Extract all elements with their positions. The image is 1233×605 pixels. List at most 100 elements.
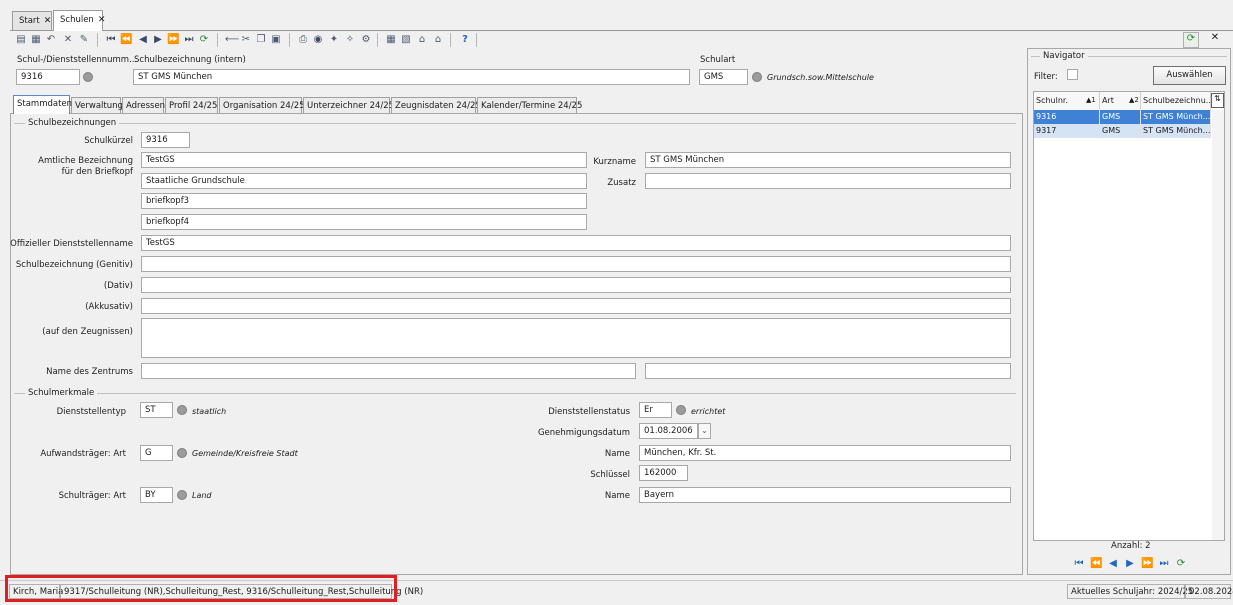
prev-page-icon[interactable]: ⏪ bbox=[1090, 558, 1102, 570]
delete-icon[interactable]: ✕ bbox=[62, 34, 74, 46]
house2-icon[interactable]: ⌂ bbox=[432, 34, 444, 46]
kurzname-field[interactable]: ST GMS München bbox=[645, 152, 1011, 168]
next-icon[interactable]: ▶ bbox=[152, 34, 164, 46]
traeger-name-label: Name bbox=[604, 491, 630, 501]
info-icon[interactable] bbox=[752, 72, 762, 82]
tab-organisation[interactable]: Organisation 24/25 bbox=[219, 97, 305, 113]
cut-icon[interactable]: ✂ bbox=[240, 34, 252, 46]
aufwand-field[interactable]: G bbox=[140, 445, 173, 461]
back-icon[interactable]: ⟵ bbox=[225, 34, 239, 46]
dienststellenname-field[interactable]: TestGS bbox=[141, 235, 1011, 251]
last-icon[interactable]: ⏭ bbox=[1158, 558, 1170, 570]
table-icon[interactable]: ▧ bbox=[400, 34, 412, 46]
cell-schulnr: 9316 bbox=[1034, 110, 1100, 124]
genehmigung-field[interactable]: 01.08.2006 bbox=[639, 423, 698, 439]
next-page-icon[interactable]: ⏩ bbox=[167, 34, 179, 46]
bezeichnung-field[interactable]: ST GMS München bbox=[133, 69, 690, 85]
copy-icon[interactable]: ❐ bbox=[255, 34, 267, 46]
close-window-icon[interactable]: ✕ bbox=[1207, 32, 1223, 48]
dativ-field[interactable] bbox=[141, 277, 1011, 293]
genehmigung-label: Genehmigungsdatum bbox=[537, 428, 630, 438]
amtlich-field-1[interactable]: TestGS bbox=[141, 152, 587, 168]
schulart-field[interactable]: GMS bbox=[699, 69, 748, 85]
column-chooser-icon[interactable]: ⇅ bbox=[1211, 93, 1224, 108]
info-icon[interactable] bbox=[676, 405, 686, 415]
refresh-icon[interactable]: ⟳ bbox=[198, 34, 210, 46]
tab-stammdaten[interactable]: Stammdaten bbox=[13, 95, 72, 114]
filter-label: Filter: bbox=[1034, 72, 1058, 82]
info-icon[interactable] bbox=[83, 72, 93, 82]
toolbar-separator bbox=[289, 33, 290, 47]
group-title-schulmerkmale: Schulmerkmale bbox=[25, 388, 98, 398]
info-icon[interactable] bbox=[177, 490, 187, 500]
group-divider bbox=[14, 393, 1016, 394]
schulnr-field[interactable]: 9316 bbox=[16, 69, 80, 85]
zeugnis-field[interactable] bbox=[141, 318, 1011, 358]
aufwand-description: Gemeinde/Kreisfreie Stadt bbox=[192, 449, 298, 458]
select-button[interactable]: Auswählen bbox=[1153, 66, 1226, 85]
prev-icon[interactable]: ◀ bbox=[137, 34, 149, 46]
tab-verwaltung[interactable]: Verwaltung bbox=[71, 97, 123, 113]
last-icon[interactable]: ⏭ bbox=[183, 34, 195, 46]
tab-schulen[interactable]: Schulen ✕ bbox=[53, 10, 106, 31]
schluessel-field[interactable]: 162000 bbox=[639, 465, 688, 481]
tab-kalender[interactable]: Kalender/Termine 24/25 bbox=[477, 97, 582, 113]
edit-icon[interactable]: ✎ bbox=[78, 34, 90, 46]
new-icon[interactable]: ▤ bbox=[15, 34, 27, 46]
idea-icon[interactable]: ✦ bbox=[328, 34, 340, 46]
tab-profil[interactable]: Profil 24/25 bbox=[165, 97, 218, 113]
house-icon[interactable]: ⌂ bbox=[416, 34, 428, 46]
next-icon[interactable]: ▶ bbox=[1124, 558, 1136, 570]
prev-page-icon[interactable]: ⏪ bbox=[120, 34, 132, 46]
dst-typ-field[interactable]: ST bbox=[140, 402, 173, 418]
dativ-label: (Dativ) bbox=[103, 281, 133, 291]
genitiv-field[interactable] bbox=[141, 256, 1011, 272]
print-icon[interactable]: ⎙ bbox=[297, 34, 309, 46]
akkusativ-field[interactable] bbox=[141, 298, 1011, 314]
grid-icon[interactable]: ▦ bbox=[385, 34, 397, 46]
tab-start[interactable]: Start ✕ bbox=[12, 11, 52, 30]
column-header-schulbezeichnung[interactable]: Schulbezeichnu... bbox=[1141, 92, 1211, 110]
help-icon[interactable]: ? bbox=[459, 34, 471, 46]
schulart-description: Grundsch.sow.Mittelschule bbox=[767, 73, 874, 82]
refresh-icon[interactable]: ⟳ bbox=[1175, 558, 1187, 570]
kuerzel-label: Schulkürzel bbox=[84, 136, 133, 146]
first-icon[interactable]: ⏮ bbox=[1073, 558, 1085, 570]
close-icon[interactable]: ✕ bbox=[98, 15, 106, 25]
tab-unterzeichner[interactable]: Unterzeichner 24/25 bbox=[303, 97, 394, 113]
tab-zeugnisdaten[interactable]: Zeugnisdaten 24/25 bbox=[391, 97, 481, 113]
navigator-title: Navigator bbox=[1040, 51, 1088, 61]
refresh-view-icon[interactable]: ⟳ bbox=[1183, 32, 1199, 48]
settings-icon[interactable]: ⚙ bbox=[360, 34, 372, 46]
info-icon[interactable] bbox=[177, 448, 187, 458]
amtlich-field-2[interactable]: Staatliche Grundschule bbox=[141, 173, 587, 189]
zusatz-field[interactable] bbox=[645, 173, 1011, 189]
traeger-field[interactable]: BY bbox=[140, 487, 173, 503]
undo-icon[interactable]: ↶ bbox=[45, 34, 57, 46]
info-icon[interactable] bbox=[177, 405, 187, 415]
amtlich-field-4[interactable]: briefkopf4 bbox=[141, 214, 587, 230]
amtlich-field-3[interactable]: briefkopf3 bbox=[141, 193, 587, 209]
filter-checkbox[interactable] bbox=[1067, 69, 1078, 80]
tab-adressen[interactable]: Adressen bbox=[122, 97, 165, 113]
zentrum-field-1[interactable] bbox=[141, 363, 636, 379]
zentrum-field-2[interactable] bbox=[645, 363, 1011, 379]
scrollbar[interactable] bbox=[1212, 110, 1224, 540]
amtlich-label-2: für den Briefkopf bbox=[61, 167, 133, 177]
clean-icon[interactable]: ✧ bbox=[344, 34, 356, 46]
close-icon[interactable]: ✕ bbox=[44, 16, 52, 26]
akkusativ-label: (Akkusativ) bbox=[85, 302, 133, 312]
save-icon[interactable]: ▦ bbox=[30, 34, 42, 46]
preview-icon[interactable]: ◉ bbox=[312, 34, 324, 46]
traeger-name-field[interactable]: Bayern bbox=[639, 487, 1011, 503]
next-page-icon[interactable]: ⏩ bbox=[1141, 558, 1153, 570]
kuerzel-field[interactable]: 9316 bbox=[141, 132, 190, 148]
first-icon[interactable]: ⏮ bbox=[105, 34, 117, 46]
dst-status-field[interactable]: Er bbox=[639, 402, 672, 418]
aufwand-name-field[interactable]: München, Kfr. St. bbox=[639, 445, 1011, 461]
paste-icon[interactable]: ▣ bbox=[270, 34, 282, 46]
zentrum-label: Name des Zentrums bbox=[46, 367, 133, 377]
schluessel-label: Schlüssel bbox=[590, 470, 630, 480]
chevron-down-icon[interactable]: ⌄ bbox=[698, 423, 711, 439]
prev-icon[interactable]: ◀ bbox=[1107, 558, 1119, 570]
